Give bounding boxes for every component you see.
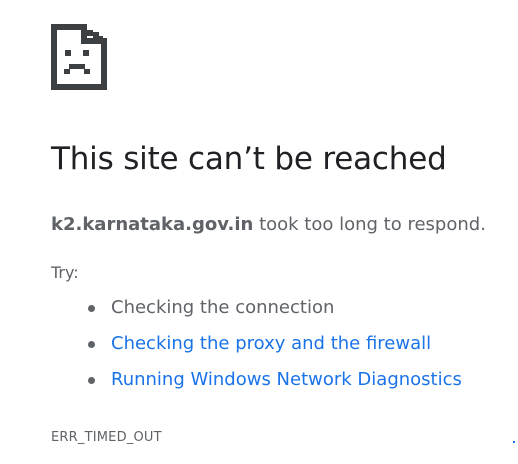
- suggestion-label: Checking the connection: [111, 297, 335, 318]
- focus-dot: [513, 441, 515, 443]
- bullet-icon: [88, 305, 95, 312]
- bullet-icon: [88, 377, 95, 384]
- sad-page-icon: [51, 24, 107, 90]
- try-label: Try:: [51, 263, 79, 282]
- error-message: k2.karnataka.gov.in took too long to res…: [51, 214, 486, 235]
- suggestion-list: Checking the connection Checking the pro…: [86, 294, 462, 402]
- network-diagnostics-link[interactable]: Running Windows Network Diagnostics: [111, 369, 462, 390]
- suggestion-network-diagnostics[interactable]: Running Windows Network Diagnostics: [86, 366, 462, 402]
- suggestion-check-connection: Checking the connection: [86, 294, 462, 330]
- host-name: k2.karnataka.gov.in: [51, 214, 254, 235]
- bullet-icon: [88, 341, 95, 348]
- suggestion-check-proxy-firewall[interactable]: Checking the proxy and the firewall: [86, 330, 462, 366]
- proxy-firewall-link[interactable]: Checking the proxy and the firewall: [111, 333, 431, 354]
- page-title: This site can’t be reached: [51, 141, 447, 177]
- error-code: ERR_TIMED_OUT: [51, 430, 162, 445]
- error-description: took too long to respond.: [253, 214, 486, 235]
- error-page: This site can’t be reached k2.karnataka.…: [0, 0, 518, 464]
